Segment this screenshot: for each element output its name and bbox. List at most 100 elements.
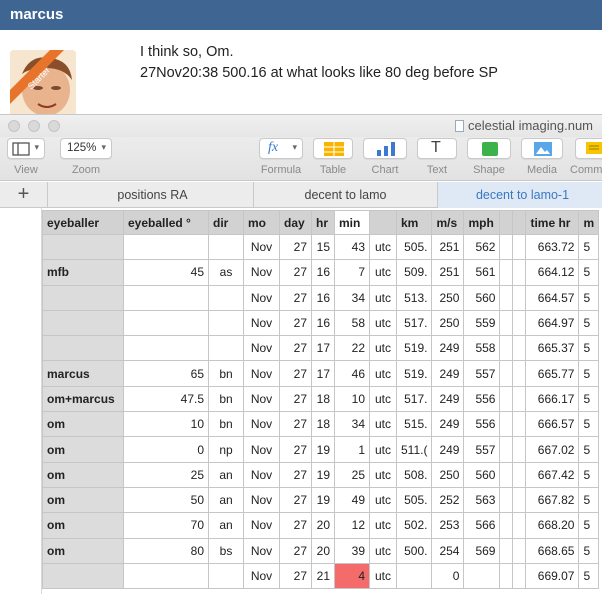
table-cell[interactable]: utc xyxy=(369,335,397,362)
table-cell[interactable]: 249 xyxy=(431,360,465,387)
table-cell[interactable]: bn xyxy=(208,385,244,413)
table-cell[interactable] xyxy=(512,233,527,261)
table-cell[interactable]: 252 xyxy=(431,486,465,514)
table-cell[interactable]: 39 xyxy=(334,537,370,564)
table-cell[interactable] xyxy=(512,461,527,488)
table-cell[interactable]: Nov xyxy=(243,233,280,261)
table-cell[interactable] xyxy=(499,436,514,463)
column-header[interactable]: min xyxy=(334,210,370,235)
username-label[interactable]: marcus xyxy=(10,6,63,23)
table-cell[interactable]: Nov xyxy=(243,335,280,362)
table-cell[interactable] xyxy=(208,233,244,261)
table-cell[interactable]: 25 xyxy=(334,461,370,488)
column-header[interactable] xyxy=(499,210,514,235)
table-cell[interactable]: 5 xyxy=(578,233,600,261)
table-cell[interactable]: np xyxy=(208,436,244,463)
table-cell[interactable]: 7 xyxy=(334,259,370,286)
eyeballer-cell[interactable]: om xyxy=(42,461,124,488)
table-cell[interactable]: 22 xyxy=(334,335,370,362)
table-cell[interactable]: bn xyxy=(208,411,244,438)
table-cell[interactable]: 10 xyxy=(123,411,209,438)
table-cell[interactable] xyxy=(512,309,527,337)
table-cell[interactable]: 5 xyxy=(578,436,600,463)
table-cell[interactable]: 558 xyxy=(463,335,501,362)
avatar[interactable]: Starter xyxy=(10,50,76,116)
media-button[interactable] xyxy=(521,138,563,159)
table-cell[interactable]: 16 xyxy=(311,284,335,311)
table-cell[interactable]: 34 xyxy=(334,284,370,311)
table-cell[interactable]: utc xyxy=(369,537,397,564)
table-cell[interactable]: 27 xyxy=(279,360,312,387)
table-cell[interactable]: 500. xyxy=(395,537,433,564)
table-cell[interactable]: 18 xyxy=(311,411,335,438)
table-cell[interactable]: 0 xyxy=(123,436,209,463)
table-cell[interactable]: 5 xyxy=(578,512,600,539)
table-cell[interactable]: 667.42 xyxy=(525,461,580,488)
table-cell[interactable]: 45 xyxy=(123,259,209,286)
table-cell[interactable]: utc xyxy=(369,436,397,463)
table-cell[interactable]: 58 xyxy=(334,309,370,337)
table-cell[interactable]: 509. xyxy=(395,259,433,286)
table-cell[interactable] xyxy=(499,309,514,337)
table-cell[interactable] xyxy=(512,360,527,387)
column-header[interactable]: km xyxy=(395,210,433,235)
table-cell[interactable]: 519. xyxy=(395,335,433,362)
table-cell[interactable] xyxy=(512,284,527,311)
table-cell[interactable]: 27 xyxy=(279,259,312,286)
table-cell[interactable] xyxy=(123,335,209,362)
text-button[interactable]: T xyxy=(417,138,457,159)
table-cell[interactable] xyxy=(512,537,527,564)
add-sheet-button[interactable]: + xyxy=(0,182,48,208)
column-header[interactable]: hr xyxy=(311,210,335,235)
table-cell[interactable] xyxy=(512,259,527,286)
table-cell[interactable] xyxy=(512,411,527,438)
eyeballer-cell[interactable]: om xyxy=(42,512,124,539)
table-cell[interactable]: Nov xyxy=(243,360,280,387)
table-cell[interactable]: 664.12 xyxy=(525,259,580,286)
table-cell[interactable]: 25 xyxy=(123,461,209,488)
table-cell[interactable]: 517. xyxy=(395,309,433,337)
table-cell[interactable]: 249 xyxy=(431,335,465,362)
table-cell[interactable] xyxy=(208,562,244,590)
eyeballer-cell[interactable] xyxy=(42,309,124,337)
table-cell[interactable] xyxy=(123,309,209,337)
table-cell[interactable]: 27 xyxy=(279,335,312,362)
table-cell[interactable]: 20 xyxy=(311,537,335,564)
table-cell[interactable]: 65 xyxy=(123,360,209,387)
table-cell[interactable]: 669.07 xyxy=(525,562,580,590)
column-header[interactable]: mo xyxy=(243,210,280,235)
table-cell[interactable] xyxy=(208,309,244,337)
table-cell[interactable]: 666.57 xyxy=(525,411,580,438)
table-cell[interactable]: 253 xyxy=(431,512,465,539)
table-cell[interactable] xyxy=(512,512,527,539)
table-cell[interactable]: 668.65 xyxy=(525,537,580,564)
table-cell[interactable]: 27 xyxy=(279,284,312,311)
table-cell[interactable]: 666.17 xyxy=(525,385,580,413)
table-cell[interactable]: 515. xyxy=(395,411,433,438)
table-cell[interactable] xyxy=(512,335,527,362)
table-cell[interactable]: 17 xyxy=(311,335,335,362)
table-cell[interactable]: utc xyxy=(369,233,397,261)
table-cell[interactable]: 1 xyxy=(334,436,370,463)
eyeballer-cell[interactable]: om xyxy=(42,486,124,514)
table-cell[interactable]: bn xyxy=(208,360,244,387)
eyeballer-cell[interactable]: om xyxy=(42,411,124,438)
table-cell[interactable] xyxy=(499,233,514,261)
table-cell[interactable]: utc xyxy=(369,385,397,413)
table-cell[interactable] xyxy=(499,562,514,590)
table-cell[interactable]: 80 xyxy=(123,537,209,564)
table-cell[interactable]: 667.02 xyxy=(525,436,580,463)
table-cell[interactable]: 254 xyxy=(431,537,465,564)
table-cell[interactable]: 251 xyxy=(431,233,465,261)
table-cell[interactable]: an xyxy=(208,512,244,539)
table-cell[interactable]: 5 xyxy=(578,309,600,337)
tab-positions-ra[interactable]: positions RA xyxy=(52,182,254,208)
zoom-select[interactable]: 125% ▾ xyxy=(60,138,112,159)
table-cell[interactable]: 502. xyxy=(395,512,433,539)
table-cell[interactable]: utc xyxy=(369,562,397,590)
column-header[interactable]: m/s xyxy=(431,210,465,235)
eyeballer-cell[interactable]: mfb xyxy=(42,259,124,286)
table-cell[interactable]: Nov xyxy=(243,512,280,539)
zoom-window-button[interactable] xyxy=(48,120,60,132)
table-cell[interactable]: 665.37 xyxy=(525,335,580,362)
